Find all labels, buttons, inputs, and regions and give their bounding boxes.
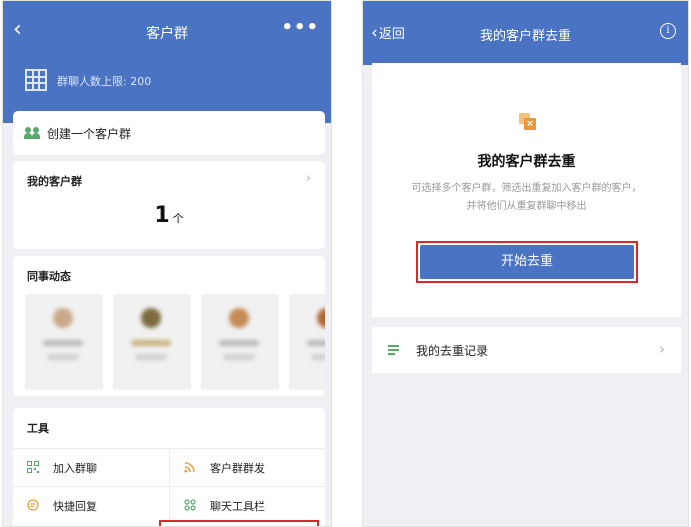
tool-label: 加入群聊: [53, 462, 97, 475]
page-title: 我的客户群去重: [479, 29, 571, 44]
info-icon[interactable]: i: [660, 23, 676, 39]
toolbar-icon: [184, 499, 196, 511]
customer-group-screen: ‹ 客户群 ••• 群聊人数上限: 200 创建一个客户群 我的客户群 › 1个…: [2, 0, 332, 527]
avatar: [141, 308, 161, 328]
group-count-unit: 个: [172, 212, 184, 225]
create-group-button[interactable]: 创建一个客户群: [13, 111, 325, 155]
tool-label: 客户群群发: [210, 462, 265, 475]
tools-title: 工具: [27, 422, 49, 435]
highlight-box: 开始去重: [416, 241, 638, 283]
start-dedupe-button[interactable]: 开始去重: [420, 245, 634, 279]
dedupe-description: 可选择多个客户群，筛选出重复加入客户群的客户，并将他们从重复群聊中移出: [411, 183, 642, 212]
avatar: [53, 308, 73, 328]
dedupe-records-row[interactable]: 我的去重记录 ›: [372, 327, 681, 373]
avatar: [229, 308, 249, 328]
tool-label: 快捷回复: [53, 500, 97, 513]
my-groups-title: 我的客户群: [27, 175, 82, 188]
tool-label: 聊天工具栏: [210, 500, 265, 513]
screenshot-stage: ‹ 客户群 ••• 群聊人数上限: 200 创建一个客户群 我的客户群 › 1个…: [0, 0, 691, 527]
activity-tile[interactable]: [289, 294, 325, 390]
chevron-right-icon: ›: [305, 171, 311, 186]
activity-tile[interactable]: [201, 294, 279, 390]
group-dedupe-screen: ‹返回 我的客户群去重 i × 我的客户群去重 可选择多个客户群，筛选出重复加入…: [362, 0, 689, 527]
colleague-activity-card: 同事动态: [13, 256, 325, 396]
dedupe-card: × 我的客户群去重 可选择多个客户群，筛选出重复加入客户群的客户，并将他们从重复…: [372, 63, 681, 317]
group-count-value: 1: [154, 203, 170, 228]
grid-icon: [25, 69, 47, 91]
chevron-right-icon: ›: [659, 340, 665, 358]
list-icon: [388, 345, 399, 355]
broadcast-icon: [184, 461, 196, 473]
quick-reply-icon: [27, 499, 39, 511]
nav-bar: ‹返回 我的客户群去重 i: [363, 1, 688, 65]
group-limit-text: 群聊人数上限: 200: [57, 75, 152, 88]
dedupe-records-label: 我的去重记录: [416, 344, 489, 358]
people-icon: [24, 127, 41, 139]
tool-group-broadcast[interactable]: 客户群群发: [169, 448, 325, 486]
tools-card: 工具 加入群聊 客户群群发 快捷回复 聊天工具栏: [13, 408, 325, 526]
activity-tile[interactable]: [113, 294, 191, 390]
tool-chat-toolbar[interactable]: 聊天工具栏: [169, 486, 325, 524]
activity-tile[interactable]: [25, 294, 103, 390]
more-icon[interactable]: •••: [281, 17, 319, 38]
avatar: [317, 308, 325, 328]
dedupe-icon: ×: [519, 113, 537, 131]
tool-quick-reply[interactable]: 快捷回复: [13, 486, 169, 524]
qr-code-icon: [27, 461, 39, 473]
colleague-activity-title: 同事动态: [27, 270, 71, 283]
highlight-box: [159, 520, 319, 526]
create-group-label: 创建一个客户群: [47, 127, 132, 141]
nav-bar: ‹ 客户群 •••: [3, 1, 331, 61]
dedupe-title: 我的客户群去重: [477, 154, 576, 170]
tool-join-group[interactable]: 加入群聊: [13, 448, 169, 486]
my-groups-card[interactable]: 我的客户群 › 1个: [13, 161, 325, 249]
group-count: 1个: [13, 203, 325, 228]
